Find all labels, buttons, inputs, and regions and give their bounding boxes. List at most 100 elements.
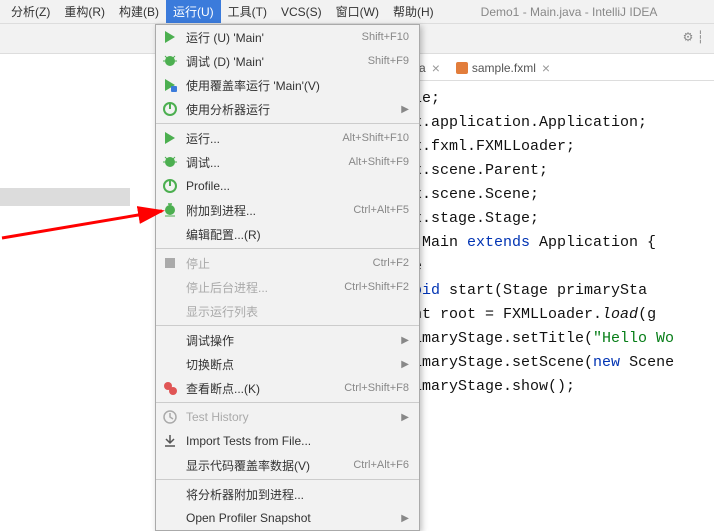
menu-item[interactable]: 调试 (D) 'Main'Shift+F9 — [156, 49, 419, 73]
coverage-green-icon — [162, 77, 178, 93]
code-line: ss Main extends Application { — [395, 231, 714, 255]
code-line: nple; — [395, 87, 714, 111]
menu-item[interactable]: 切换断点▶ — [156, 352, 419, 376]
menu-item[interactable]: 将分析器附加到进程... — [156, 482, 419, 506]
menu-item[interactable]: 调试...Alt+Shift+F9 — [156, 150, 419, 174]
menu-item-label: 附加到进程... — [186, 202, 353, 219]
code-line: afx.fxml.FXMLLoader; — [395, 135, 714, 159]
code-line: afx.application.Application; — [395, 111, 714, 135]
menu-item-label: 显示运行列表 — [186, 303, 409, 320]
menu-item-label: 调试操作 — [186, 332, 401, 349]
blank-icon — [162, 226, 178, 242]
menu-item-label: 调试... — [186, 154, 348, 171]
menu-item[interactable]: 运行 (U) 'Main'Shift+F10 — [156, 25, 419, 49]
menu-item-label: Import Tests from File... — [186, 434, 409, 448]
code-line: primaryStage.setTitle("Hello Wo — [395, 327, 714, 351]
menu-shortcut: Shift+F9 — [368, 55, 409, 67]
tab-label: sample.fxml — [472, 61, 536, 75]
menu-item[interactable]: 编辑配置...(R) — [156, 222, 419, 246]
menu-run[interactable]: 运行(U) — [166, 0, 221, 23]
tab-sample-fxml[interactable]: sample.fxml × — [448, 55, 558, 80]
menu-item-label: 编辑配置...(R) — [186, 226, 409, 243]
menu-shortcut: Ctrl+Alt+F5 — [353, 204, 409, 216]
menu-shortcut: Alt+Shift+F10 — [342, 132, 409, 144]
submenu-arrow-icon: ▶ — [401, 335, 409, 346]
menu-item[interactable]: 显示代码覆盖率数据(V)Ctrl+Alt+F6 — [156, 453, 419, 477]
menu-item-label: Test History — [186, 410, 401, 424]
fxml-icon — [456, 62, 468, 74]
menu-window[interactable]: 窗口(W) — [329, 0, 386, 23]
menu-item-label: 切换断点 — [186, 356, 401, 373]
menu-item[interactable]: Open Profiler Snapshot▶ — [156, 506, 419, 530]
code-line: afx.scene.Scene; — [395, 183, 714, 207]
menu-shortcut: Ctrl+F2 — [373, 257, 409, 269]
clock-gray-icon — [162, 409, 178, 425]
profile-green-icon — [162, 101, 178, 117]
menu-separator — [156, 479, 419, 480]
menu-item[interactable]: 使用分析器运行▶ — [156, 97, 419, 121]
blank-icon — [162, 510, 178, 526]
window-title: Demo1 - Main.java - IntelliJ IDEA — [481, 5, 658, 19]
submenu-arrow-icon: ▶ — [401, 412, 409, 423]
sidebar-selection — [0, 188, 130, 206]
menu-item: 显示运行列表 — [156, 299, 419, 323]
menu-separator — [156, 123, 419, 124]
menu-shortcut: Shift+F10 — [362, 31, 409, 43]
menu-refactor[interactable]: 重构(R) — [57, 0, 112, 23]
menu-item[interactable]: Import Tests from File... — [156, 429, 419, 453]
code-line: primaryStage.show(); — [395, 375, 714, 399]
project-sidebar — [0, 55, 155, 525]
gear-icon[interactable]: ⚙ ┆ — [683, 30, 704, 44]
menu-item[interactable]: 附加到进程...Ctrl+Alt+F5 — [156, 198, 419, 222]
menu-item[interactable]: 调试操作▶ — [156, 328, 419, 352]
blank-icon — [162, 332, 178, 348]
code-line: void start(Stage primarySta — [395, 279, 714, 303]
run-menu-dropdown: 运行 (U) 'Main'Shift+F10调试 (D) 'Main'Shift… — [155, 24, 420, 531]
submenu-arrow-icon: ▶ — [401, 359, 409, 370]
code-line: primaryStage.setScene(new Scene — [395, 351, 714, 375]
menu-item-label: 停止 — [186, 255, 373, 272]
menu-item-label: 将分析器附加到进程... — [186, 486, 409, 503]
menu-item-label: 使用分析器运行 — [186, 101, 401, 118]
menu-item-label: 调试 (D) 'Main' — [186, 53, 368, 70]
menu-separator — [156, 248, 419, 249]
menu-shortcut: Alt+Shift+F9 — [348, 156, 409, 168]
play-green-icon — [162, 130, 178, 146]
tab-label: a — [419, 61, 426, 75]
menu-item-label: Open Profiler Snapshot — [186, 511, 401, 525]
code-line: afx.stage.Stage; — [395, 207, 714, 231]
menu-item[interactable]: Profile... — [156, 174, 419, 198]
menu-tools[interactable]: 工具(T) — [221, 0, 274, 23]
import-icon — [162, 433, 178, 449]
menu-item[interactable]: 运行...Alt+Shift+F10 — [156, 126, 419, 150]
menu-item: 停止后台进程...Ctrl+Shift+F2 — [156, 275, 419, 299]
menubar: 分析(Z) 重构(R) 构建(B) 运行(U) 工具(T) VCS(S) 窗口(… — [0, 0, 714, 24]
menu-analyze[interactable]: 分析(Z) — [4, 0, 57, 23]
code-line: ide — [395, 255, 714, 279]
menu-item[interactable]: 使用覆盖率运行 'Main'(V) — [156, 73, 419, 97]
attach-green-icon — [162, 202, 178, 218]
submenu-arrow-icon: ▶ — [401, 513, 409, 524]
menu-item-label: 运行... — [186, 130, 342, 147]
menu-vcs[interactable]: VCS(S) — [274, 2, 329, 22]
menu-shortcut: Ctrl+Alt+F6 — [353, 459, 409, 471]
breakpoints-icon — [162, 380, 178, 396]
menu-item-label: 停止后台进程... — [186, 279, 344, 296]
menu-shortcut: Ctrl+Shift+F8 — [344, 382, 409, 394]
close-icon[interactable]: × — [542, 60, 550, 76]
code-line: rent root = FXMLLoader.load(g — [395, 303, 714, 327]
bug-green-icon — [162, 53, 178, 69]
blank-icon — [162, 303, 178, 319]
submenu-arrow-icon: ▶ — [401, 104, 409, 115]
profile-green-icon — [162, 178, 178, 194]
menu-build[interactable]: 构建(B) — [112, 0, 166, 23]
menu-help[interactable]: 帮助(H) — [386, 0, 441, 23]
blank-icon — [162, 457, 178, 473]
menu-separator — [156, 402, 419, 403]
menu-shortcut: Ctrl+Shift+F2 — [344, 281, 409, 293]
menu-item[interactable]: 查看断点...(K)Ctrl+Shift+F8 — [156, 376, 419, 400]
menu-item: Test History▶ — [156, 405, 419, 429]
menu-item: 停止Ctrl+F2 — [156, 251, 419, 275]
close-icon[interactable]: × — [432, 60, 440, 76]
blank-icon — [162, 356, 178, 372]
